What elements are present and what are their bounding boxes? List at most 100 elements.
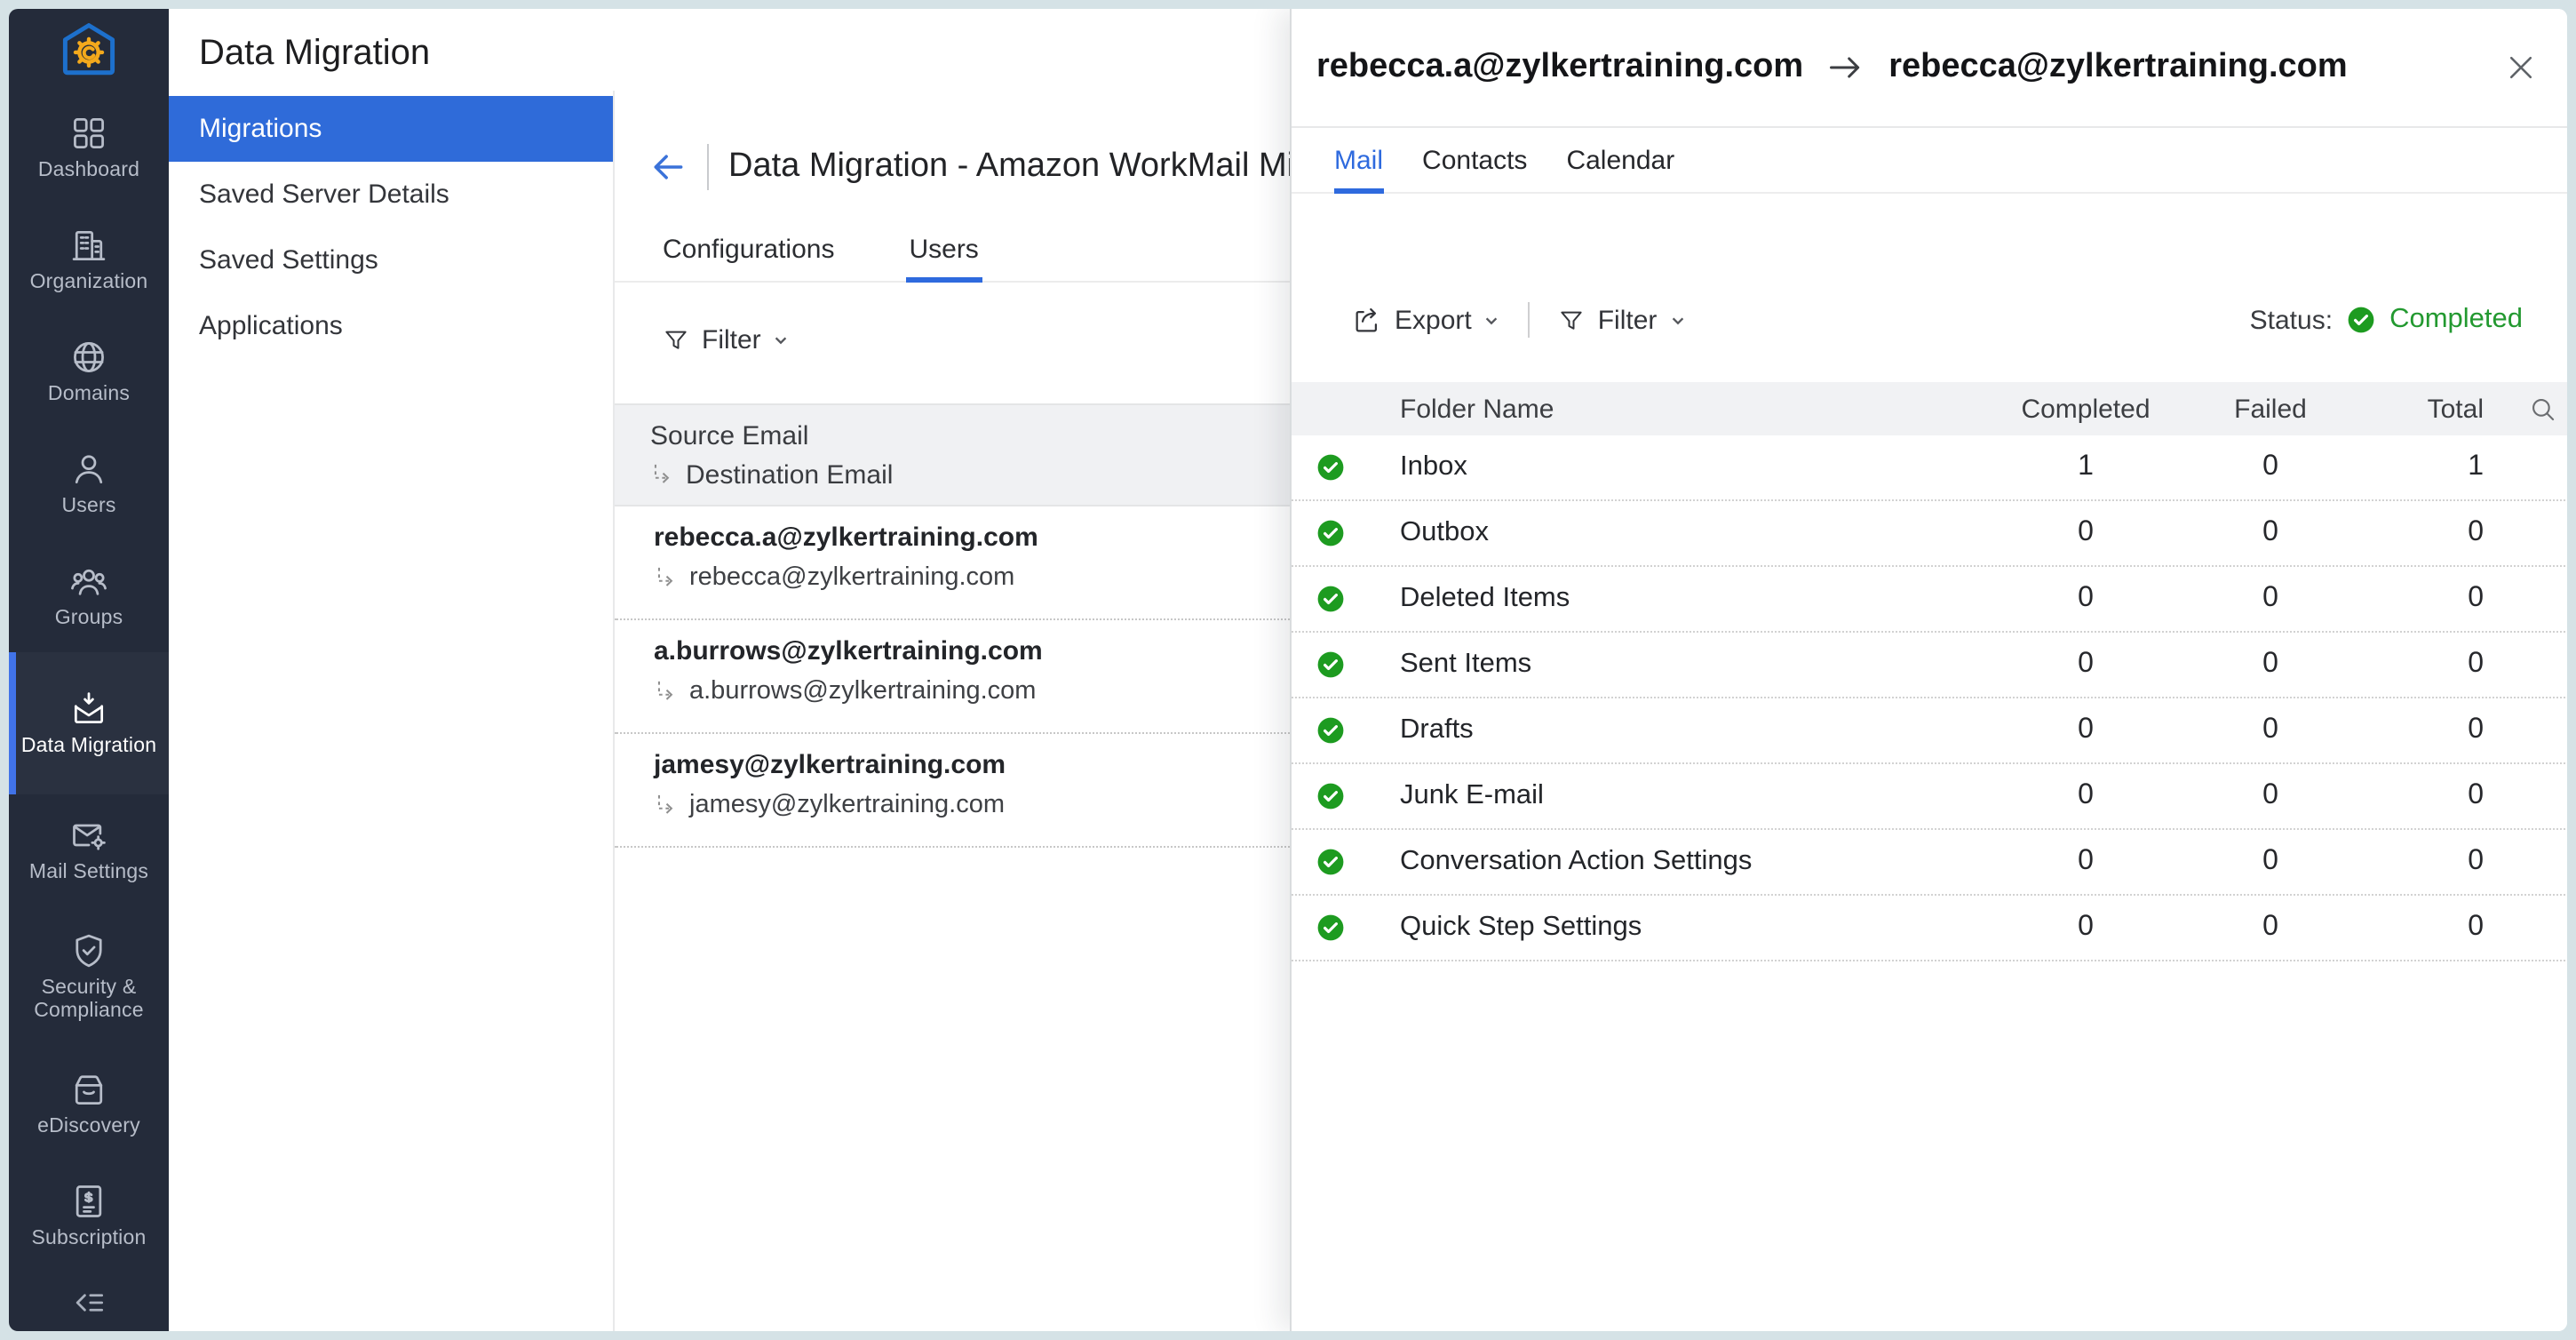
status-check-icon <box>2347 306 2375 334</box>
column-completed: Completed <box>1993 394 2178 424</box>
mail-settings-icon <box>69 816 108 855</box>
subscription-icon <box>69 1182 108 1221</box>
folder-name: Deleted Items <box>1400 583 1993 615</box>
sidebar-item-label: Groups <box>50 608 129 631</box>
folder-name: Sent Items <box>1400 649 1993 681</box>
destination-email: a.burrows@zylkertraining.com <box>689 677 1036 706</box>
organization-icon <box>69 226 108 265</box>
window-frame: Dashboard Organization Domains <box>9 9 2567 1331</box>
nav-item-saved-server-details[interactable]: Saved Server Details <box>169 162 613 227</box>
collapse-menu-icon <box>69 1282 108 1321</box>
sidebar-collapse-button[interactable] <box>9 1272 169 1331</box>
tab-configurations[interactable]: Configurations <box>663 217 834 281</box>
sidebar-item-data-migration[interactable]: Data Migration <box>9 652 169 794</box>
sidebar-item-subscription[interactable]: Subscription <box>9 1161 169 1272</box>
users-filter-button[interactable]: Filter <box>663 318 790 363</box>
toolbar-divider <box>1529 302 1530 338</box>
total-count: 0 <box>2363 517 2505 549</box>
users-table-body: rebecca.a@zylkertraining.com rebecca@zyl… <box>615 506 1290 848</box>
total-count: 0 <box>2363 583 2505 615</box>
folder-name: Outbox <box>1400 517 1993 549</box>
overlay-tabs: Mail Contacts Calendar <box>1292 128 2567 194</box>
source-email-header: Source Email <box>650 421 1290 451</box>
destination-arrow-icon <box>654 794 677 817</box>
sidebar-item-organization[interactable]: Organization <box>9 204 169 316</box>
sidebar-item-groups[interactable]: Groups <box>9 540 169 652</box>
tab-users[interactable]: Users <box>909 217 978 281</box>
folder-filter-button[interactable]: Filter <box>1559 305 1686 335</box>
overlay-title-destination: rebecca@zylkertraining.com <box>1888 48 2348 87</box>
admin-console-window: Dashboard Organization Domains <box>0 0 2576 1340</box>
completed-count: 0 <box>1993 780 2178 812</box>
users-table-header: Source Email Destination Email <box>615 403 1290 506</box>
folder-success-icon <box>1316 650 1352 679</box>
column-total: Total <box>2363 394 2505 424</box>
header-divider <box>707 144 709 190</box>
sidebar-item-label: Security & Compliance <box>9 977 169 1024</box>
overlay-toolbar: Export Filter Status: <box>1292 295 2567 345</box>
sidebar-item-ediscovery[interactable]: eDiscovery <box>9 1049 169 1161</box>
nav-item-saved-settings[interactable]: Saved Settings <box>169 227 613 293</box>
source-email: rebecca.a@zylkertraining.com <box>654 522 1290 553</box>
completed-count: 0 <box>1993 714 2178 746</box>
column-failed: Failed <box>2178 394 2363 424</box>
destination-arrow-icon <box>654 566 677 589</box>
failed-count: 0 <box>2178 583 2363 615</box>
sidebar-item-label: Dashboard <box>33 160 145 183</box>
folder-search-button[interactable] <box>2505 394 2558 424</box>
app-logo[interactable] <box>9 9 169 92</box>
export-button[interactable]: Export <box>1352 305 1500 335</box>
dashboard-icon <box>69 114 108 153</box>
page-title: Data Migration <box>169 9 613 75</box>
user-migration-row[interactable]: jamesy@zylkertraining.com jamesy@zylkert… <box>615 734 1290 848</box>
tab-mail[interactable]: Mail <box>1334 128 1383 192</box>
sidebar-item-label: Mail Settings <box>24 862 154 885</box>
total-count: 0 <box>2363 780 2505 812</box>
folder-row: Inbox 1 0 1 <box>1292 435 2567 501</box>
close-button[interactable] <box>2505 52 2537 84</box>
user-migration-row[interactable]: a.burrows@zylkertraining.com a.burrows@z… <box>615 620 1290 734</box>
nav-item-applications[interactable]: Applications <box>169 293 613 359</box>
export-icon <box>1352 305 1382 335</box>
users-icon <box>69 450 108 489</box>
user-migration-row[interactable]: rebecca.a@zylkertraining.com rebecca@zyl… <box>615 506 1290 620</box>
folder-row: Junk E-mail 0 0 0 <box>1292 764 2567 830</box>
completed-count: 0 <box>1993 649 2178 681</box>
sidebar-item-users[interactable]: Users <box>9 428 169 540</box>
folder-success-icon <box>1316 716 1352 745</box>
sidebar-item-security-compliance[interactable]: Security & Compliance <box>9 906 169 1049</box>
data-migration-nav-panel: Data Migration Migrations Saved Server D… <box>169 9 613 1331</box>
data-migration-icon <box>69 689 108 728</box>
failed-count: 0 <box>2178 846 2363 878</box>
close-icon <box>2505 52 2537 84</box>
tab-contacts[interactable]: Contacts <box>1422 128 1527 192</box>
overlay-title-source: rebecca.a@zylkertraining.com <box>1316 48 1803 87</box>
nav-item-migrations[interactable]: Migrations <box>169 96 613 162</box>
total-count: 1 <box>2363 451 2505 483</box>
sidebar-item-mail-settings[interactable]: Mail Settings <box>9 794 169 906</box>
security-compliance-icon <box>69 931 108 970</box>
folder-name: Drafts <box>1400 714 1993 746</box>
migration-detail-panel: Data Migration - Amazon WorkMail Mi Conf… <box>615 9 1290 1331</box>
sidebar-item-label: Users <box>56 496 121 519</box>
column-folder-name: Folder Name <box>1400 394 1993 424</box>
sidebar-item-dashboard[interactable]: Dashboard <box>9 92 169 204</box>
sidebar-item-label: eDiscovery <box>32 1116 146 1139</box>
chevron-down-icon <box>1669 312 1685 328</box>
ediscovery-icon <box>69 1070 108 1109</box>
total-count: 0 <box>2363 714 2505 746</box>
total-count: 0 <box>2363 649 2505 681</box>
folder-row: Sent Items 0 0 0 <box>1292 633 2567 698</box>
back-button[interactable] <box>648 148 688 187</box>
failed-count: 0 <box>2178 517 2363 549</box>
export-label: Export <box>1395 305 1472 335</box>
failed-count: 0 <box>2178 451 2363 483</box>
groups-icon <box>69 562 108 601</box>
sidebar-item-label: Data Migration <box>16 735 162 758</box>
tab-calendar[interactable]: Calendar <box>1566 128 1674 192</box>
sidebar-item-domains[interactable]: Domains <box>9 316 169 428</box>
arrow-right-icon <box>1826 50 1865 85</box>
folder-row: Drafts 0 0 0 <box>1292 698 2567 764</box>
migration-tabs: Configurations Users <box>615 217 1290 283</box>
search-icon <box>2528 394 2558 424</box>
